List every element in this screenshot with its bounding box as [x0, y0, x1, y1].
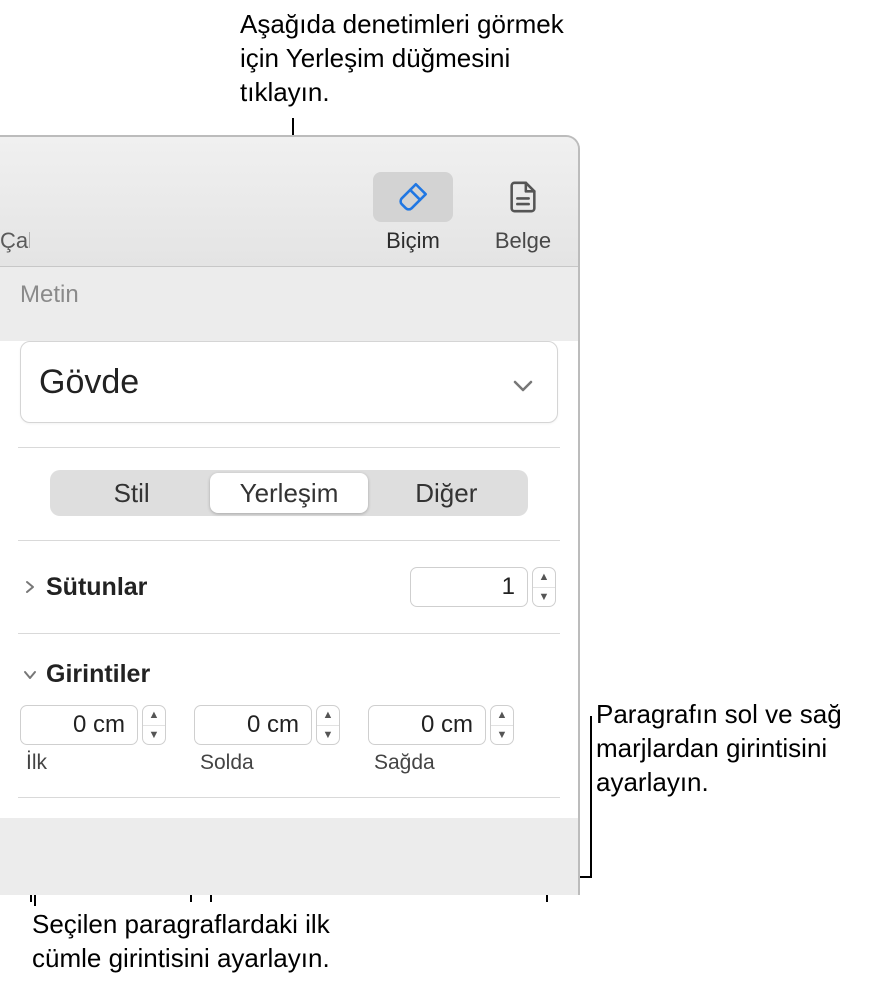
document-page-icon — [483, 172, 563, 222]
callout-bottom: Seçilen paragraflardaki ilk cümle girint… — [32, 908, 402, 976]
tab-style[interactable]: Stil — [53, 473, 210, 513]
divider — [18, 633, 560, 634]
chevron-right-icon[interactable] — [22, 579, 38, 595]
columns-stepper: ▲ ▼ — [410, 567, 556, 607]
inspector-panel: Çalış Biçim Belge Metin — [0, 135, 580, 895]
indents-label: Girintiler — [46, 660, 150, 689]
inspector-body: Gövde Stil Yerleşim Diğer Sütunlar — [0, 341, 578, 818]
divider — [18, 797, 560, 798]
chevron-down-icon — [513, 363, 533, 402]
stepper-down-icon[interactable]: ▼ — [317, 726, 339, 745]
indent-first-stepper[interactable]: ▲ ▼ — [142, 705, 166, 745]
callout-top: Aşağıda denetimleri görmek için Yerleşim… — [240, 8, 570, 109]
indent-first-col: ▲ ▼ İlk — [20, 705, 166, 775]
document-toolbar-label: Belge — [495, 228, 551, 254]
indent-right-label: Sağda — [368, 751, 514, 775]
indent-right-input[interactable] — [368, 705, 486, 745]
divider — [18, 540, 560, 541]
indent-left-label: Solda — [194, 751, 340, 775]
stepper-down-icon[interactable]: ▼ — [533, 588, 555, 607]
columns-input[interactable] — [410, 567, 528, 607]
indent-fields: ▲ ▼ İlk ▲ ▼ Solda — [20, 705, 558, 775]
stepper-down-icon[interactable]: ▼ — [143, 726, 165, 745]
paragraph-style-value: Gövde — [39, 363, 139, 402]
tab-layout[interactable]: Yerleşim — [210, 473, 367, 513]
paragraph-style-select[interactable]: Gövde — [20, 341, 558, 423]
text-tabs: Stil Yerleşim Diğer — [50, 470, 528, 516]
indent-right-stepper[interactable]: ▲ ▼ — [490, 705, 514, 745]
indent-left-input[interactable] — [194, 705, 312, 745]
stepper-up-icon[interactable]: ▲ — [491, 706, 513, 726]
stepper-down-icon[interactable]: ▼ — [491, 726, 513, 745]
chevron-down-icon[interactable] — [22, 667, 38, 683]
section-title-text: Metin — [0, 267, 578, 323]
stepper-up-icon[interactable]: ▲ — [317, 706, 339, 726]
indents-row: Girintiler ▲ ▼ İlk — [20, 654, 558, 775]
format-toolbar-button[interactable]: Biçim — [358, 172, 468, 254]
indent-left-stepper[interactable]: ▲ ▼ — [316, 705, 340, 745]
columns-row: Sütunlar ▲ ▼ — [20, 561, 558, 613]
indent-left-col: ▲ ▼ Solda — [194, 705, 340, 775]
columns-label: Sütunlar — [46, 573, 147, 602]
divider — [18, 447, 560, 448]
format-brush-icon — [373, 172, 453, 222]
stepper-up-icon[interactable]: ▲ — [143, 706, 165, 726]
stepper-up-icon[interactable]: ▲ — [533, 568, 555, 588]
document-toolbar-button[interactable]: Belge — [468, 172, 578, 254]
indent-right-col: ▲ ▼ Sağda — [368, 705, 514, 775]
indent-first-input[interactable] — [20, 705, 138, 745]
toolbar-left-truncated: Çalış — [0, 228, 30, 254]
columns-stepper-arrows[interactable]: ▲ ▼ — [532, 567, 556, 607]
format-toolbar-label: Biçim — [386, 228, 440, 254]
tab-more[interactable]: Diğer — [368, 473, 525, 513]
indent-first-label: İlk — [20, 751, 166, 775]
toolbar: Çalış Biçim Belge — [0, 137, 578, 267]
callout-right-vert — [590, 716, 592, 878]
callout-right: Paragrafın sol ve sağ marjlardan girinti… — [596, 698, 866, 799]
